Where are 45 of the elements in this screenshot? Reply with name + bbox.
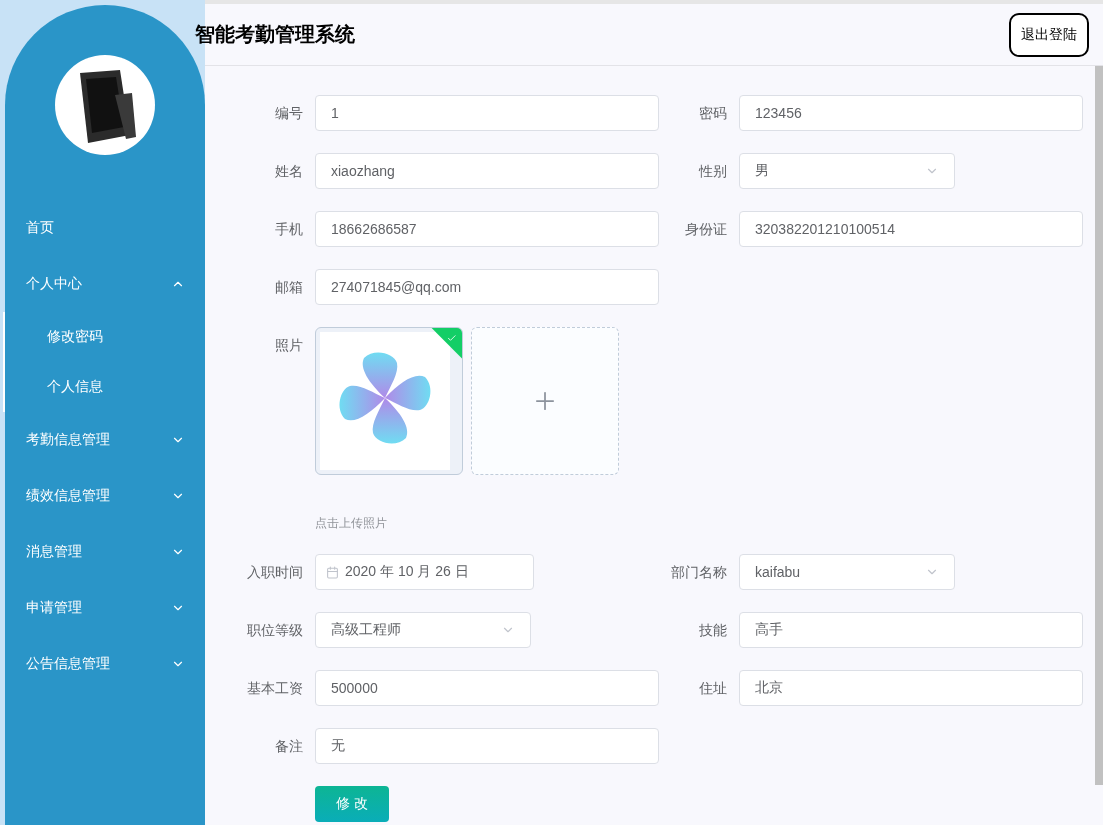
submenu-item[interactable]: 个人信息 xyxy=(5,362,205,412)
check-icon xyxy=(446,333,457,344)
menu-item[interactable]: 首页 xyxy=(5,200,205,256)
field-label: 技能 xyxy=(698,621,727,640)
menu-item[interactable]: 个人中心 xyxy=(5,256,205,312)
text-input[interactable]: 500000 xyxy=(315,670,659,706)
select-field[interactable]: kaifabu xyxy=(739,554,955,590)
menu-item[interactable]: 申请管理 xyxy=(5,580,205,636)
field-label: 姓名 xyxy=(274,162,303,181)
text-input[interactable]: 1 xyxy=(315,95,659,131)
field-label: 住址 xyxy=(698,679,727,698)
field-label: 编号 xyxy=(274,104,303,123)
menu-item[interactable]: 公告信息管理 xyxy=(5,636,205,692)
text-input[interactable]: 320382201210100514 xyxy=(739,211,1083,247)
calendar-icon xyxy=(326,565,339,579)
menu-item[interactable]: 考勤信息管理 xyxy=(5,412,205,468)
select-field[interactable]: 高级工程师 xyxy=(315,612,531,648)
field-label: 邮箱 xyxy=(274,278,303,297)
menu-item[interactable]: 绩效信息管理 xyxy=(5,468,205,524)
field-label: 备注 xyxy=(274,737,303,756)
field-label: 照片 xyxy=(274,336,303,355)
upload-add-card[interactable] xyxy=(471,327,619,475)
scrollbar[interactable] xyxy=(1095,66,1103,785)
field-label: 密码 xyxy=(698,104,727,123)
text-input[interactable]: 123456 xyxy=(739,95,1083,131)
field-label: 手机 xyxy=(274,220,303,239)
field-label: 性别 xyxy=(697,162,727,181)
text-input[interactable]: 北京 xyxy=(739,670,1083,706)
text-input[interactable]: 无 xyxy=(315,728,659,764)
logout-button[interactable]: 退出登陆 xyxy=(1009,12,1089,57)
app-title: 智能考勤管理系统 xyxy=(195,22,355,47)
text-input[interactable]: 18662686587 xyxy=(315,211,659,247)
field-label: 部门名称 xyxy=(671,563,727,582)
field-label: 基本工资 xyxy=(246,679,303,698)
field-label: 入职时间 xyxy=(246,563,303,582)
field-label: 职位等级 xyxy=(246,621,303,640)
submenu-item[interactable]: 修改密码 xyxy=(5,312,205,362)
field-label: 身份证 xyxy=(684,220,727,239)
text-input[interactable]: xiaozhang xyxy=(315,153,659,189)
menu-item[interactable]: 消息管理 xyxy=(5,524,205,580)
text-input[interactable]: 274071845@qq.com xyxy=(315,269,659,305)
select-field[interactable]: 男 xyxy=(739,153,955,189)
upload-hint: 点击上传照片 xyxy=(315,515,388,532)
text-input[interactable]: 高手 xyxy=(739,612,1083,648)
date-field[interactable]: 2020 年 10 月 26 日 xyxy=(315,554,534,590)
